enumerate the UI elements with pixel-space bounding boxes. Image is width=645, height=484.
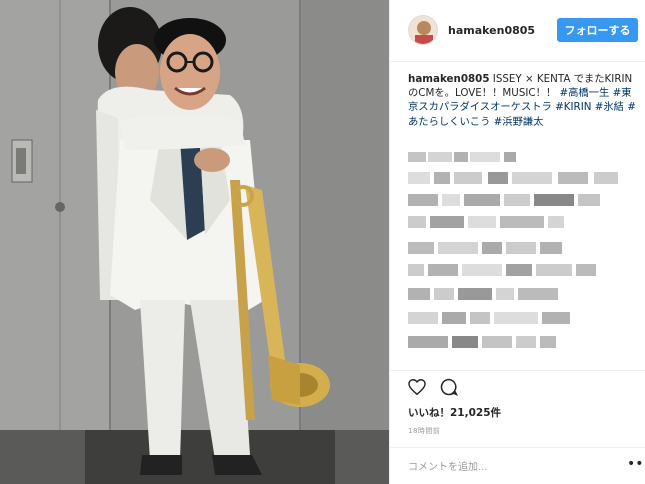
like-count[interactable]: いいね！21,025件 [408,405,501,420]
caption: hamaken0805 ISSEY × KENTA でまたKIRINのCMを。L… [408,72,636,129]
comments-pixelated [408,146,636,366]
post-header: hamaken0805 フォローする [390,0,645,62]
timestamp: 18時間前 [408,427,441,435]
avatar-image [409,16,437,44]
post-photo[interactable] [0,0,389,484]
more-options-icon[interactable]: ••• [627,456,645,472]
follow-button[interactable]: フォローする [557,18,638,42]
comment-icon[interactable] [440,378,459,400]
hashtag[interactable]: #浜野謙太 [494,116,544,128]
hashtag[interactable]: #KIRIN [555,101,591,113]
photo-illustration [0,0,389,484]
hashtag[interactable]: #高橋一生 [559,87,609,99]
avatar[interactable] [408,15,438,45]
instagram-post: hamaken0805 フォローする hamaken0805 ISSEY × K… [0,0,645,484]
comment-box: コメントを追加... ••• [390,447,645,484]
comment-input[interactable]: コメントを追加... [408,458,488,473]
pixelated-comments-graphic [408,152,618,348]
post-sidebar: hamaken0805 フォローする hamaken0805 ISSEY × K… [389,0,645,484]
hashtag[interactable]: #氷結 [595,101,624,113]
username[interactable]: hamaken0805 [448,24,535,37]
action-bar [390,370,645,404]
caption-username[interactable]: hamaken0805 [408,73,490,85]
heart-icon[interactable] [408,378,426,399]
